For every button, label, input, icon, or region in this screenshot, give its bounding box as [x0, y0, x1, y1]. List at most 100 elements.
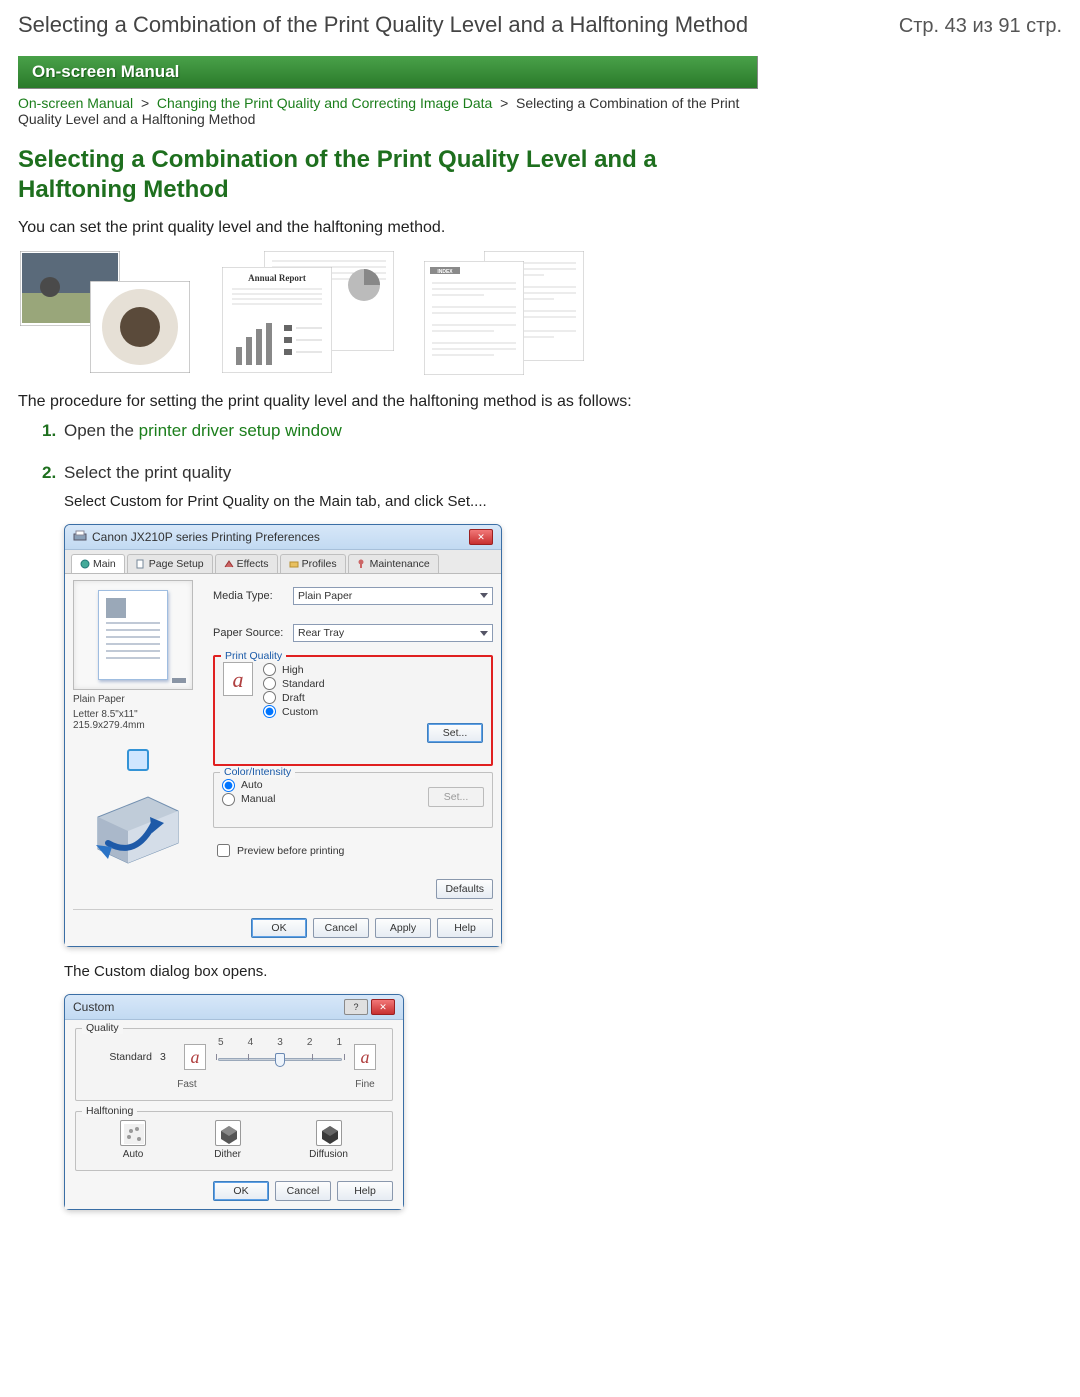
paper-info-line1: Plain Paper: [73, 694, 203, 705]
custom-cancel-button[interactable]: Cancel: [275, 1181, 331, 1201]
print-quality-group: Print Quality a High Standard Draft Cust…: [213, 655, 493, 766]
halftoning-dither-option[interactable]: Dither: [214, 1120, 241, 1160]
print-quality-set-button[interactable]: Set...: [427, 723, 483, 743]
custom-dialog-opens-text: The Custom dialog box opens.: [64, 963, 758, 980]
ci-manual-label: Manual: [241, 793, 275, 805]
apply-button[interactable]: Apply: [375, 918, 431, 938]
profiles-tab-icon: [289, 559, 299, 569]
pq-custom-label: Custom: [282, 706, 318, 718]
tab-main[interactable]: Main: [71, 554, 125, 573]
halftoning-group: Halftoning Auto Dither: [75, 1111, 393, 1171]
fine-preview-icon: a: [354, 1044, 376, 1070]
tab-page-setup[interactable]: Page Setup: [127, 554, 213, 573]
ci-auto-radio[interactable]: [222, 779, 235, 792]
close-button[interactable]: ✕: [469, 529, 493, 545]
paper-info-line2: Letter 8.5"x11" 215.9x279.4mm: [73, 709, 203, 731]
pq-draft-label: Draft: [282, 692, 305, 704]
dialog-title: Canon JX210P series Printing Preferences: [92, 530, 320, 544]
print-quality-group-title: Print Quality: [221, 650, 286, 662]
halftoning-auto-icon: [120, 1120, 146, 1146]
custom-help-button[interactable]: Help: [337, 1181, 393, 1201]
ci-auto-label: Auto: [241, 779, 263, 791]
cancel-button[interactable]: Cancel: [313, 918, 369, 938]
page-preview-thumbnail: [73, 580, 193, 690]
halftoning-group-title: Halftoning: [82, 1105, 137, 1117]
printer-driver-setup-link[interactable]: printer driver setup window: [139, 421, 342, 440]
printing-preferences-dialog: Canon JX210P series Printing Preferences…: [64, 524, 502, 947]
fast-preview-icon: a: [184, 1044, 206, 1070]
quality-group-title: Quality: [82, 1022, 123, 1034]
ok-button[interactable]: OK: [251, 918, 307, 938]
slider-fast-label: Fast: [170, 1079, 204, 1090]
custom-dialog-title: Custom: [73, 1000, 114, 1014]
page-title: Selecting a Combination of the Print Qua…: [18, 145, 738, 205]
sample-index-pages: INDEX: [424, 251, 604, 375]
effects-tab-icon: [224, 559, 234, 569]
halftoning-diffusion-icon: [316, 1120, 342, 1146]
tab-maintenance[interactable]: Maintenance: [348, 554, 439, 573]
ci-manual-radio[interactable]: [222, 793, 235, 806]
tab-profiles[interactable]: Profiles: [280, 554, 346, 573]
paper-source-label: Paper Source:: [213, 627, 285, 639]
media-type-combo[interactable]: Plain Paper: [293, 587, 493, 605]
main-tab-icon: [80, 559, 90, 569]
paper-stack-icon: [127, 749, 149, 771]
preview-before-printing-label: Preview before printing: [237, 845, 344, 857]
page-counter: Стр. 43 из 91 стр.: [899, 15, 1062, 38]
color-intensity-group: Color/Intensity Auto Manual Set...: [213, 772, 493, 829]
media-type-label: Media Type:: [213, 590, 285, 602]
halftoning-diffusion-option[interactable]: Diffusion: [309, 1120, 348, 1160]
annual-report-title: Annual Report: [248, 273, 306, 283]
help-window-button[interactable]: ?: [344, 999, 368, 1015]
printer-illustration-icon: [88, 787, 188, 867]
quality-slider[interactable]: 5 4 3 2 1: [216, 1037, 344, 1077]
maintenance-tab-icon: [357, 559, 367, 569]
sample-annual-report: Annual Report: [222, 251, 402, 375]
step-2-body: Select Custom for Print Quality on the M…: [64, 493, 758, 510]
sample-photo-pair: [20, 251, 200, 375]
doc-title: Selecting a Combination of the Print Qua…: [18, 12, 748, 38]
pq-standard-label: Standard: [282, 678, 325, 690]
step-2: Select the print quality Select Custom f…: [42, 463, 758, 1210]
quality-value-number: 3: [160, 1051, 174, 1063]
step-1: Open the printer driver setup window: [42, 421, 758, 441]
defaults-button[interactable]: Defaults: [436, 879, 493, 899]
quality-group: Quality Standard 3 a 5 4 3 2: [75, 1028, 393, 1101]
tab-effects[interactable]: Effects: [215, 554, 278, 573]
slider-fine-label: Fine: [348, 1079, 382, 1090]
help-button[interactable]: Help: [437, 918, 493, 938]
halftoning-auto-option[interactable]: Auto: [120, 1120, 146, 1160]
breadcrumb: On-screen Manual > Changing the Print Qu…: [18, 95, 758, 127]
pq-high-label: High: [282, 664, 304, 676]
chevron-down-icon: [480, 593, 488, 598]
custom-dialog: Custom ? ✕ Quality Standard 3 a: [64, 994, 404, 1210]
breadcrumb-root[interactable]: On-screen Manual: [18, 95, 133, 111]
pq-high-radio[interactable]: [263, 663, 276, 676]
pq-draft-radio[interactable]: [263, 691, 276, 704]
breadcrumb-mid[interactable]: Changing the Print Quality and Correctin…: [157, 95, 492, 111]
chevron-down-icon: [480, 631, 488, 636]
page-setup-tab-icon: [136, 559, 146, 569]
paper-source-combo[interactable]: Rear Tray: [293, 624, 493, 642]
sample-images-row: Annual Report INDEX: [20, 251, 1062, 375]
close-button[interactable]: ✕: [371, 999, 395, 1015]
intro-text-2: The procedure for setting the print qual…: [18, 393, 758, 411]
manual-header-bar: On-screen Manual: [18, 56, 758, 89]
step-2-title: Select the print quality: [64, 463, 758, 483]
preview-before-printing-checkbox[interactable]: [217, 844, 230, 857]
dialog-tabs: Main Page Setup Effects Profiles Mainten…: [65, 550, 501, 574]
printer-icon: [73, 530, 87, 545]
index-label: INDEX: [437, 269, 453, 275]
custom-ok-button[interactable]: OK: [213, 1181, 269, 1201]
color-intensity-group-title: Color/Intensity: [220, 766, 295, 778]
color-intensity-set-button: Set...: [428, 787, 484, 807]
slider-thumb[interactable]: [275, 1053, 285, 1067]
step-1-prefix: Open the: [64, 421, 139, 440]
halftoning-dither-icon: [215, 1120, 241, 1146]
print-quality-preview-icon: a: [223, 662, 253, 696]
pq-custom-radio[interactable]: [263, 705, 276, 718]
quality-value-name: Standard: [109, 1051, 152, 1063]
preview-area: Plain Paper Letter 8.5"x11" 215.9x279.4m…: [73, 580, 203, 867]
intro-text-1: You can set the print quality level and …: [18, 219, 758, 237]
pq-standard-radio[interactable]: [263, 677, 276, 690]
